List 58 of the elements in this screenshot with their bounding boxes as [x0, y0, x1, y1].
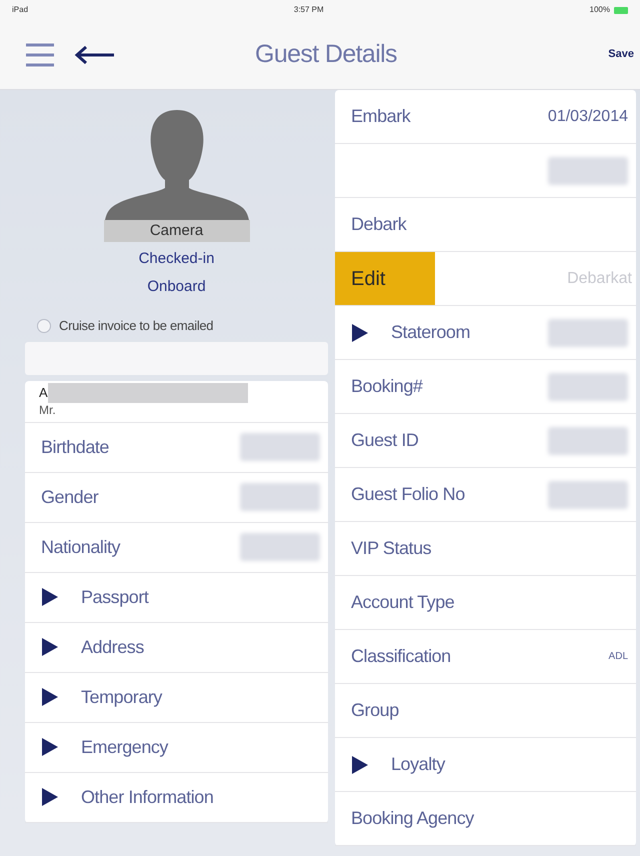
field-label: Booking# — [351, 375, 422, 398]
field-label: Nationality — [41, 536, 120, 559]
invoice-radio[interactable] — [37, 318, 51, 333]
field-row[interactable]: Group — [335, 684, 636, 738]
field-label: Temporary — [81, 686, 162, 709]
field-label: Guest Folio No — [351, 483, 465, 506]
field-label: Passport — [81, 586, 148, 609]
save-button[interactable]: Save — [608, 46, 634, 63]
guest-title: Mr. — [39, 402, 57, 416]
field-label: Debark — [351, 213, 406, 236]
expandable-row[interactable]: Loyalty — [335, 738, 636, 792]
guest-name: A — [39, 384, 48, 402]
field-label: Booking Agency — [351, 807, 474, 830]
field-label: Address — [81, 636, 144, 658]
field-row[interactable]: VIP Status — [335, 522, 636, 576]
field-label: Classification — [351, 645, 451, 668]
expandable-row[interactable]: Other Information — [25, 772, 328, 822]
field-row[interactable]: Nationality — [25, 522, 328, 572]
expandable-row[interactable]: Passport — [25, 572, 328, 622]
field-value: ADL — [608, 650, 628, 664]
field-row[interactable]: Gender — [25, 472, 328, 522]
status-time: 3:57 PM — [294, 4, 324, 16]
field-row[interactable]: Guest ID — [335, 414, 636, 468]
field-row[interactable]: Embark 01/03/2014 — [335, 90, 636, 144]
battery-icon — [614, 6, 628, 14]
field-label: Stateroom — [391, 321, 470, 344]
field-row[interactable]: Booking Agency — [335, 792, 636, 846]
field-label: Account Type — [351, 591, 454, 614]
device-label: iPad — [12, 4, 28, 16]
field-row[interactable]: Booking# — [335, 360, 636, 414]
camera-label[interactable]: Camera — [104, 220, 250, 242]
field-label: VIP Status — [351, 537, 432, 560]
expandable-row[interactable]: Stateroom — [335, 306, 636, 360]
field-label: Birthdate — [41, 436, 109, 458]
field-value: 01/03/2014 — [548, 106, 628, 126]
edit-button[interactable]: Edit — [335, 252, 435, 305]
field-label: Embark — [351, 105, 410, 128]
avatar-silhouette[interactable]: Camera — [104, 106, 250, 242]
field-row[interactable]: Classification ADL — [335, 630, 636, 684]
expandable-row[interactable]: Emergency — [25, 722, 328, 772]
battery-percent: 100% — [590, 4, 610, 16]
field-label: Group — [351, 699, 399, 722]
expandable-row[interactable]: Address — [25, 622, 328, 672]
field-row[interactable]: Birthdate — [25, 422, 328, 472]
status-label: Checked-in — [138, 249, 214, 269]
status-label: Onboard — [147, 277, 206, 297]
field-label: Gender — [41, 486, 98, 508]
field-label: Emergency — [81, 736, 168, 759]
page-title: Guest Details — [255, 38, 397, 70]
field-row[interactable]: Account Type — [335, 576, 636, 630]
menu-icon[interactable] — [24, 42, 56, 68]
field-row[interactable]: Guest Folio No — [335, 468, 636, 522]
invoice-option-label: Cruise invoice to be emailed — [59, 317, 214, 335]
field-label: Other Information — [81, 786, 214, 808]
expandable-row[interactable]: Temporary — [25, 672, 328, 722]
back-arrow-icon[interactable] — [74, 44, 116, 64]
field-label: Guest ID — [351, 429, 418, 452]
field-label: Loyalty — [391, 753, 445, 776]
